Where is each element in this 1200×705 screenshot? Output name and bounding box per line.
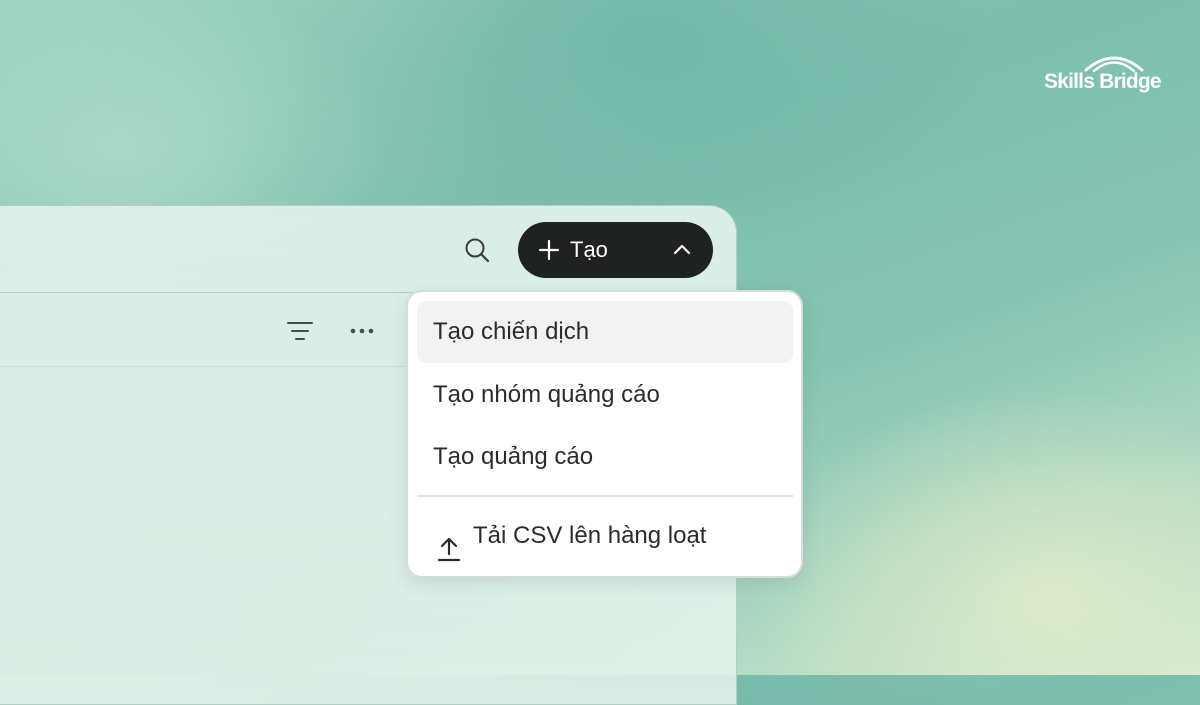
menu-item-create-ad[interactable]: Tạo quảng cáo bbox=[417, 426, 793, 488]
menu-item-create-campaign[interactable]: Tạo chiến dịch bbox=[417, 301, 793, 363]
more-horizontal-icon[interactable] bbox=[349, 322, 375, 340]
plus-icon bbox=[538, 239, 560, 261]
skills-bridge-logo: Skills Bridge bbox=[1044, 50, 1162, 100]
create-button[interactable]: Tạo bbox=[518, 222, 713, 278]
chevron-up-icon bbox=[673, 241, 691, 259]
create-button-label: Tạo bbox=[570, 237, 608, 262]
search-icon[interactable] bbox=[463, 236, 491, 264]
upload-item-label: Tải CSV lên hàng loạt bbox=[473, 522, 707, 549]
menu-divider bbox=[417, 495, 793, 497]
menu-item-create-ad-group[interactable]: Tạo nhóm quảng cáo bbox=[417, 364, 793, 426]
upload-icon bbox=[437, 524, 461, 562]
logo-text: Skills Bridge bbox=[1044, 70, 1162, 93]
bridge-arc-icon bbox=[1084, 56, 1144, 72]
filter-icon[interactable] bbox=[287, 320, 313, 342]
menu-item-bulk-upload-csv[interactable]: Tải CSV lên hàng loạt bbox=[417, 505, 793, 567]
create-dropdown-menu: Tạo chiến dịch Tạo nhóm quảng cáo Tạo qu… bbox=[406, 290, 803, 578]
